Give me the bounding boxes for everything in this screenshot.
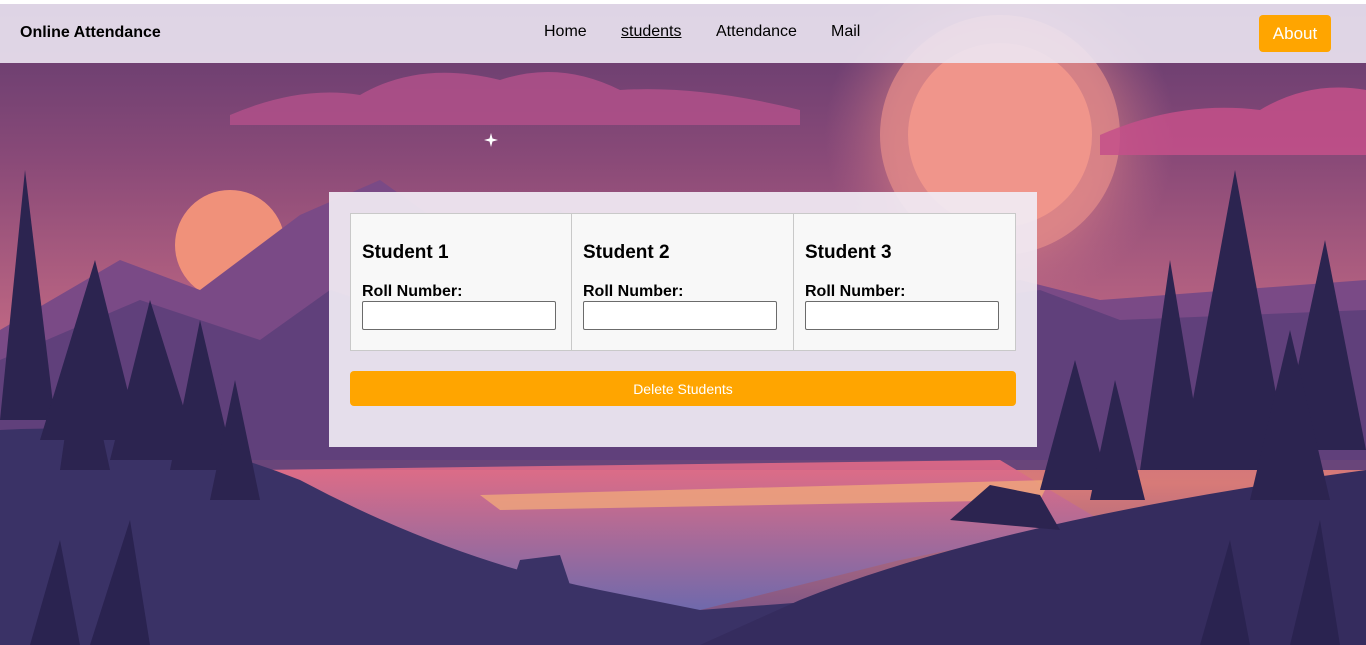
nav-mail-link[interactable]: Mail: [831, 23, 860, 41]
student-card: Student 2 Roll Number:: [572, 213, 794, 351]
student-title: Student 2: [583, 242, 670, 263]
roll-number-label: Roll Number:: [362, 283, 463, 300]
about-button[interactable]: About: [1259, 15, 1331, 52]
student-title: Student 3: [805, 242, 892, 263]
roll-number-input[interactable]: [362, 301, 556, 330]
students-panel: Student 1 Roll Number: Student 2 Roll Nu…: [329, 192, 1037, 447]
roll-number-label: Roll Number:: [805, 283, 906, 300]
delete-students-button[interactable]: Delete Students: [350, 371, 1016, 406]
nav-attendance-link[interactable]: Attendance: [716, 23, 797, 41]
nav-home-link[interactable]: Home: [544, 23, 587, 41]
top-border: [0, 0, 1366, 4]
student-card: Student 3 Roll Number:: [794, 213, 1016, 351]
student-cards: Student 1 Roll Number: Student 2 Roll Nu…: [350, 213, 1016, 351]
roll-number-label: Roll Number:: [583, 283, 684, 300]
nav-students-link[interactable]: students: [621, 23, 681, 41]
student-card: Student 1 Roll Number:: [350, 213, 572, 351]
navbar: Online Attendance Home students Attendan…: [0, 4, 1366, 63]
student-title: Student 1: [362, 242, 449, 263]
roll-number-input[interactable]: [805, 301, 999, 330]
roll-number-input[interactable]: [583, 301, 777, 330]
brand-title: Online Attendance: [20, 24, 161, 41]
sparkle-icon: [484, 133, 498, 147]
